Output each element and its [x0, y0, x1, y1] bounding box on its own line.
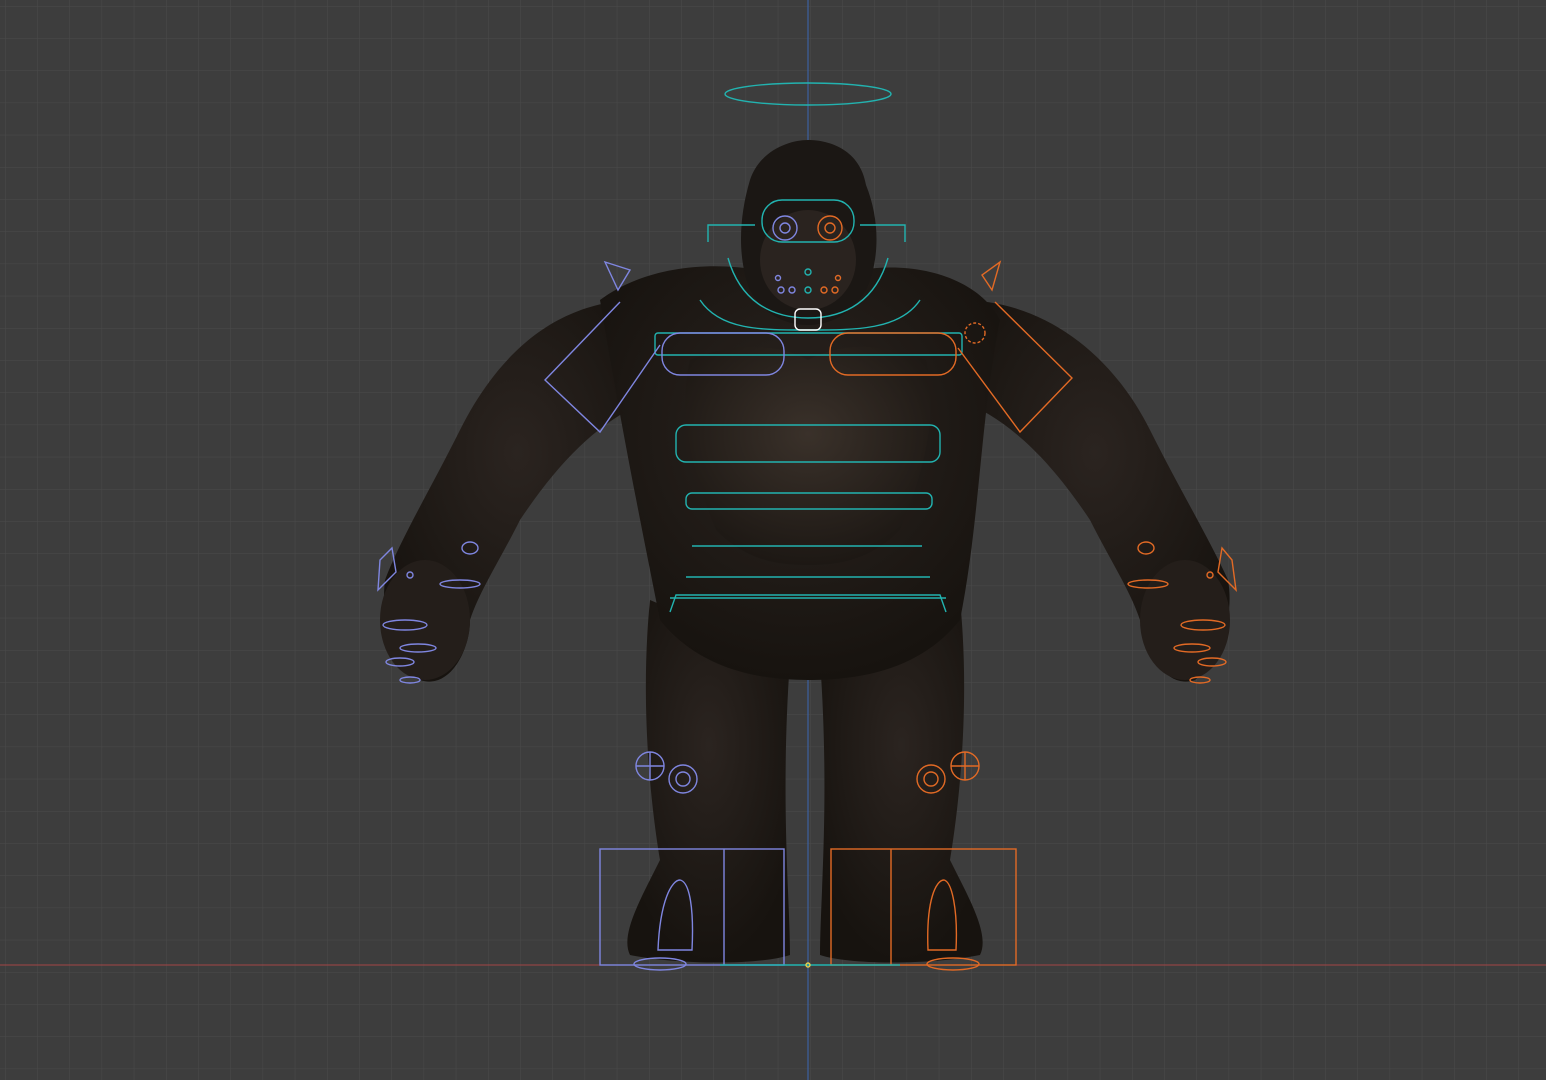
- gorilla-hand-left: [380, 560, 470, 680]
- viewport-canvas[interactable]: [0, 0, 1546, 1080]
- gorilla-chest: [685, 346, 931, 565]
- gorilla-hand-right: [1140, 560, 1230, 680]
- 3d-viewport[interactable]: [0, 0, 1546, 1080]
